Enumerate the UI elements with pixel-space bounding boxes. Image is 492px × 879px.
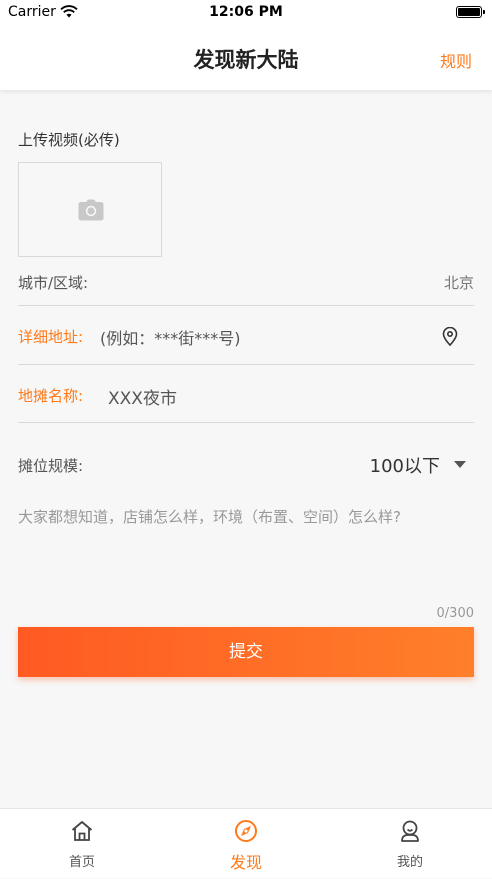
stall-name-row: 地摊名称: XXX夜市 bbox=[18, 384, 474, 409]
address-row: 详细地址: (例如：***街***号) bbox=[18, 325, 474, 349]
description-textarea[interactable]: 大家都想知道，店铺怎么样，环境（布置、空间）怎么样? bbox=[18, 505, 474, 605]
camera-icon bbox=[78, 199, 104, 221]
address-input[interactable]: (例如：***街***号) bbox=[100, 325, 241, 349]
location-pin-icon[interactable] bbox=[442, 327, 458, 346]
tab-profile[interactable]: 我的 bbox=[328, 809, 492, 879]
divider bbox=[18, 422, 474, 423]
home-icon bbox=[71, 821, 93, 841]
rules-button[interactable]: 规则 bbox=[440, 48, 472, 72]
city-value: 北京 bbox=[443, 274, 474, 292]
tab-bar: 首页 发现 我的 bbox=[0, 808, 492, 878]
stall-name-input[interactable]: XXX夜市 bbox=[108, 384, 177, 409]
tab-discover[interactable]: 发现 bbox=[164, 809, 328, 879]
divider bbox=[18, 305, 474, 306]
city-row[interactable]: 城市/区域: 北京 bbox=[18, 272, 474, 294]
address-label: 详细地址: bbox=[18, 328, 84, 346]
page-title: 发现新大陆 bbox=[193, 48, 299, 72]
divider bbox=[18, 364, 474, 365]
city-label: 城市/区域: bbox=[18, 274, 89, 292]
tab-home[interactable]: 首页 bbox=[0, 809, 164, 879]
profile-icon bbox=[401, 820, 419, 842]
status-bar: Carrier 12:06 PM bbox=[0, 0, 492, 26]
tab-discover-label: 发现 bbox=[229, 853, 262, 872]
compass-icon bbox=[235, 820, 257, 842]
upload-video-label: 上传视频(必传) bbox=[18, 131, 120, 149]
stall-name-label: 地摊名称: bbox=[18, 387, 84, 405]
dropdown-caret-icon[interactable] bbox=[454, 461, 466, 468]
stall-scale-row[interactable]: 摊位规模: 100以下 bbox=[18, 452, 474, 478]
navigation-bar: 发现新大陆 规则 bbox=[0, 26, 492, 90]
submit-button[interactable]: 提交 bbox=[18, 627, 474, 677]
status-time: 12:06 PM bbox=[209, 4, 283, 20]
tab-home-label: 首页 bbox=[68, 855, 95, 870]
video-upload-box[interactable] bbox=[18, 162, 162, 257]
battery-icon bbox=[456, 6, 485, 18]
stall-scale-label: 摊位规模: bbox=[18, 457, 84, 475]
character-counter: 0/300 bbox=[436, 606, 474, 621]
stall-scale-select[interactable]: 100以下 bbox=[370, 452, 440, 478]
tab-profile-label: 我的 bbox=[396, 855, 423, 870]
